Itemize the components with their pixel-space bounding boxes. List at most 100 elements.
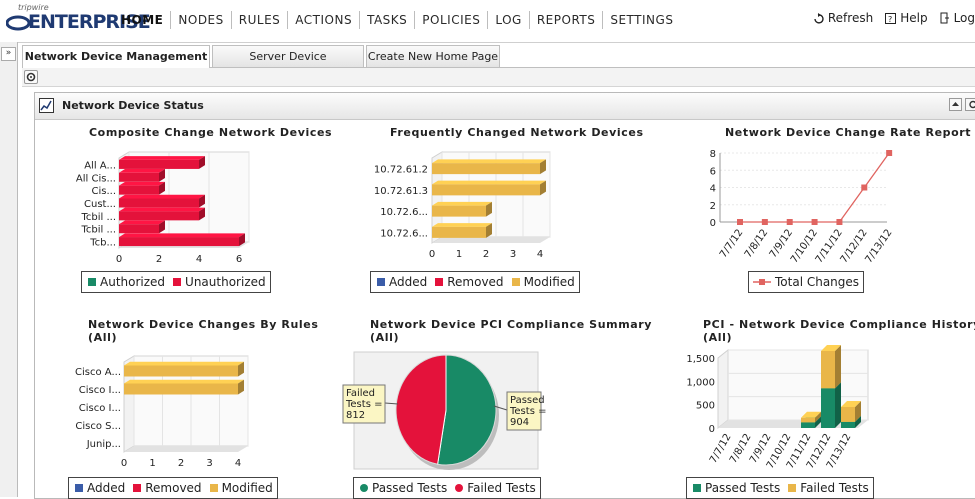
y-tick-label: 10.72.6... bbox=[380, 228, 428, 239]
x-tick-label: 0 bbox=[116, 254, 122, 265]
total-changes-line-icon bbox=[753, 279, 771, 285]
legend-added: Added bbox=[389, 275, 428, 289]
legend-pci-history: Passed Tests Failed Tests bbox=[686, 477, 874, 499]
column-segment bbox=[821, 351, 835, 389]
data-point bbox=[811, 219, 818, 225]
x-tick-label: 2 bbox=[483, 249, 489, 260]
legend-added: Added bbox=[87, 481, 126, 495]
legend-unauthorized: Unauthorized bbox=[185, 275, 266, 289]
x-tick-label: 1 bbox=[456, 249, 462, 260]
x-tick-label: 1 bbox=[149, 458, 155, 469]
bar-top bbox=[432, 180, 546, 185]
x-tick-label: 3 bbox=[510, 249, 516, 260]
y-tick-label: 8 bbox=[710, 149, 716, 160]
y-tick-label: 0 bbox=[709, 424, 715, 435]
dashboard-charts: 0 2 4 6 All A... All Cis... Cis... Cust... Tcbil… bbox=[75, 149, 895, 471]
column-segment bbox=[801, 417, 815, 423]
passed-tests-callout: Tests = bbox=[509, 406, 546, 417]
data-point bbox=[786, 219, 793, 225]
added-swatch-icon bbox=[75, 484, 83, 492]
y-tick-label: 500 bbox=[696, 401, 715, 412]
column-segment bbox=[841, 421, 855, 428]
failed-swatch-icon bbox=[455, 484, 464, 492]
chart-wall bbox=[717, 348, 729, 430]
legend-changes-by-rules: Added Removed Modified bbox=[68, 477, 278, 499]
bar-top bbox=[124, 379, 244, 384]
bar-top bbox=[119, 220, 165, 225]
y-tick-label: 1,500 bbox=[686, 354, 715, 365]
modified-swatch-icon bbox=[511, 278, 520, 286]
removed-swatch-icon bbox=[435, 278, 444, 286]
data-point bbox=[761, 219, 768, 225]
x-tick-label: 4 bbox=[196, 254, 202, 265]
y-tick-label: Cisco I... bbox=[79, 403, 121, 414]
x-tick-label: 2 bbox=[156, 254, 162, 265]
y-tick-label: Tcbil ... bbox=[80, 212, 116, 223]
x-tick-label: 0 bbox=[121, 458, 127, 469]
data-point bbox=[836, 219, 843, 225]
x-tick-label: 3 bbox=[206, 458, 212, 469]
x-tick-label: 7/8/12 bbox=[743, 227, 770, 260]
bar-top bbox=[119, 207, 205, 212]
y-tick-label: Tcbil ... bbox=[80, 225, 116, 236]
removed-swatch-icon bbox=[133, 484, 142, 492]
bar-top bbox=[119, 194, 205, 199]
x-tick-label: 4 bbox=[537, 249, 543, 260]
y-tick-label: 10.72.6... bbox=[380, 207, 428, 218]
bar bbox=[119, 172, 159, 182]
bar-top bbox=[119, 169, 165, 173]
bar bbox=[119, 159, 199, 169]
passed-swatch-icon bbox=[693, 484, 701, 492]
bar-top bbox=[119, 233, 245, 238]
y-tick-label: 4 bbox=[710, 184, 716, 195]
chart-floor bbox=[124, 446, 248, 452]
y-tick-label: 6 bbox=[710, 166, 716, 177]
column-segment bbox=[801, 422, 815, 428]
column-segment bbox=[841, 407, 855, 422]
failed-swatch-icon bbox=[788, 484, 797, 492]
bar-top bbox=[432, 223, 492, 227]
passed-tests-callout: Passed bbox=[510, 395, 545, 406]
bar bbox=[432, 226, 486, 238]
bar-top bbox=[119, 156, 205, 160]
y-tick-label: Cust... bbox=[84, 199, 116, 210]
bar bbox=[124, 383, 238, 395]
y-tick-label: 1,000 bbox=[686, 377, 715, 388]
legend-pci-summary: Passed Tests Failed Tests bbox=[353, 477, 541, 499]
bar bbox=[119, 185, 159, 195]
y-tick-label: Cisco S... bbox=[75, 421, 121, 432]
legend-modified: Modified bbox=[221, 481, 273, 495]
bar bbox=[119, 211, 199, 221]
legend-failed: Failed Tests bbox=[800, 481, 869, 495]
failed-tests-callout: Tests = bbox=[345, 399, 382, 410]
y-tick-label: All Cis... bbox=[76, 173, 116, 184]
y-tick-label: 2 bbox=[710, 201, 716, 212]
x-tick-label: 4 bbox=[235, 458, 241, 469]
y-tick-label: Tcb... bbox=[89, 238, 116, 249]
column-side bbox=[835, 382, 841, 428]
passed-tests-callout: 904 bbox=[510, 417, 529, 428]
bar bbox=[432, 205, 486, 217]
legend-change-rate: Total Changes bbox=[748, 271, 865, 293]
legend-removed: Removed bbox=[145, 481, 202, 495]
y-tick-label: 0 bbox=[710, 218, 716, 229]
chart-floor bbox=[432, 237, 550, 243]
authorized-swatch-icon bbox=[88, 278, 96, 286]
legend-authorized: Authorized bbox=[100, 275, 166, 289]
bar bbox=[119, 198, 199, 208]
x-tick-label: 6 bbox=[236, 254, 242, 265]
bar-top bbox=[119, 181, 165, 186]
modified-swatch-icon bbox=[209, 484, 218, 492]
legend-modified: Modified bbox=[523, 275, 575, 289]
y-tick-label: Cisco A... bbox=[75, 367, 121, 378]
data-point bbox=[886, 150, 893, 156]
bar bbox=[432, 184, 540, 196]
failed-tests-callout: 812 bbox=[346, 410, 365, 421]
column-side bbox=[835, 345, 841, 389]
x-tick-label: 2 bbox=[178, 458, 184, 469]
bar bbox=[124, 365, 238, 377]
legend-passed: Passed Tests bbox=[372, 481, 448, 495]
data-point bbox=[861, 184, 868, 191]
y-tick-label: All A... bbox=[84, 160, 116, 171]
y-tick-label: Cis... bbox=[91, 186, 116, 197]
